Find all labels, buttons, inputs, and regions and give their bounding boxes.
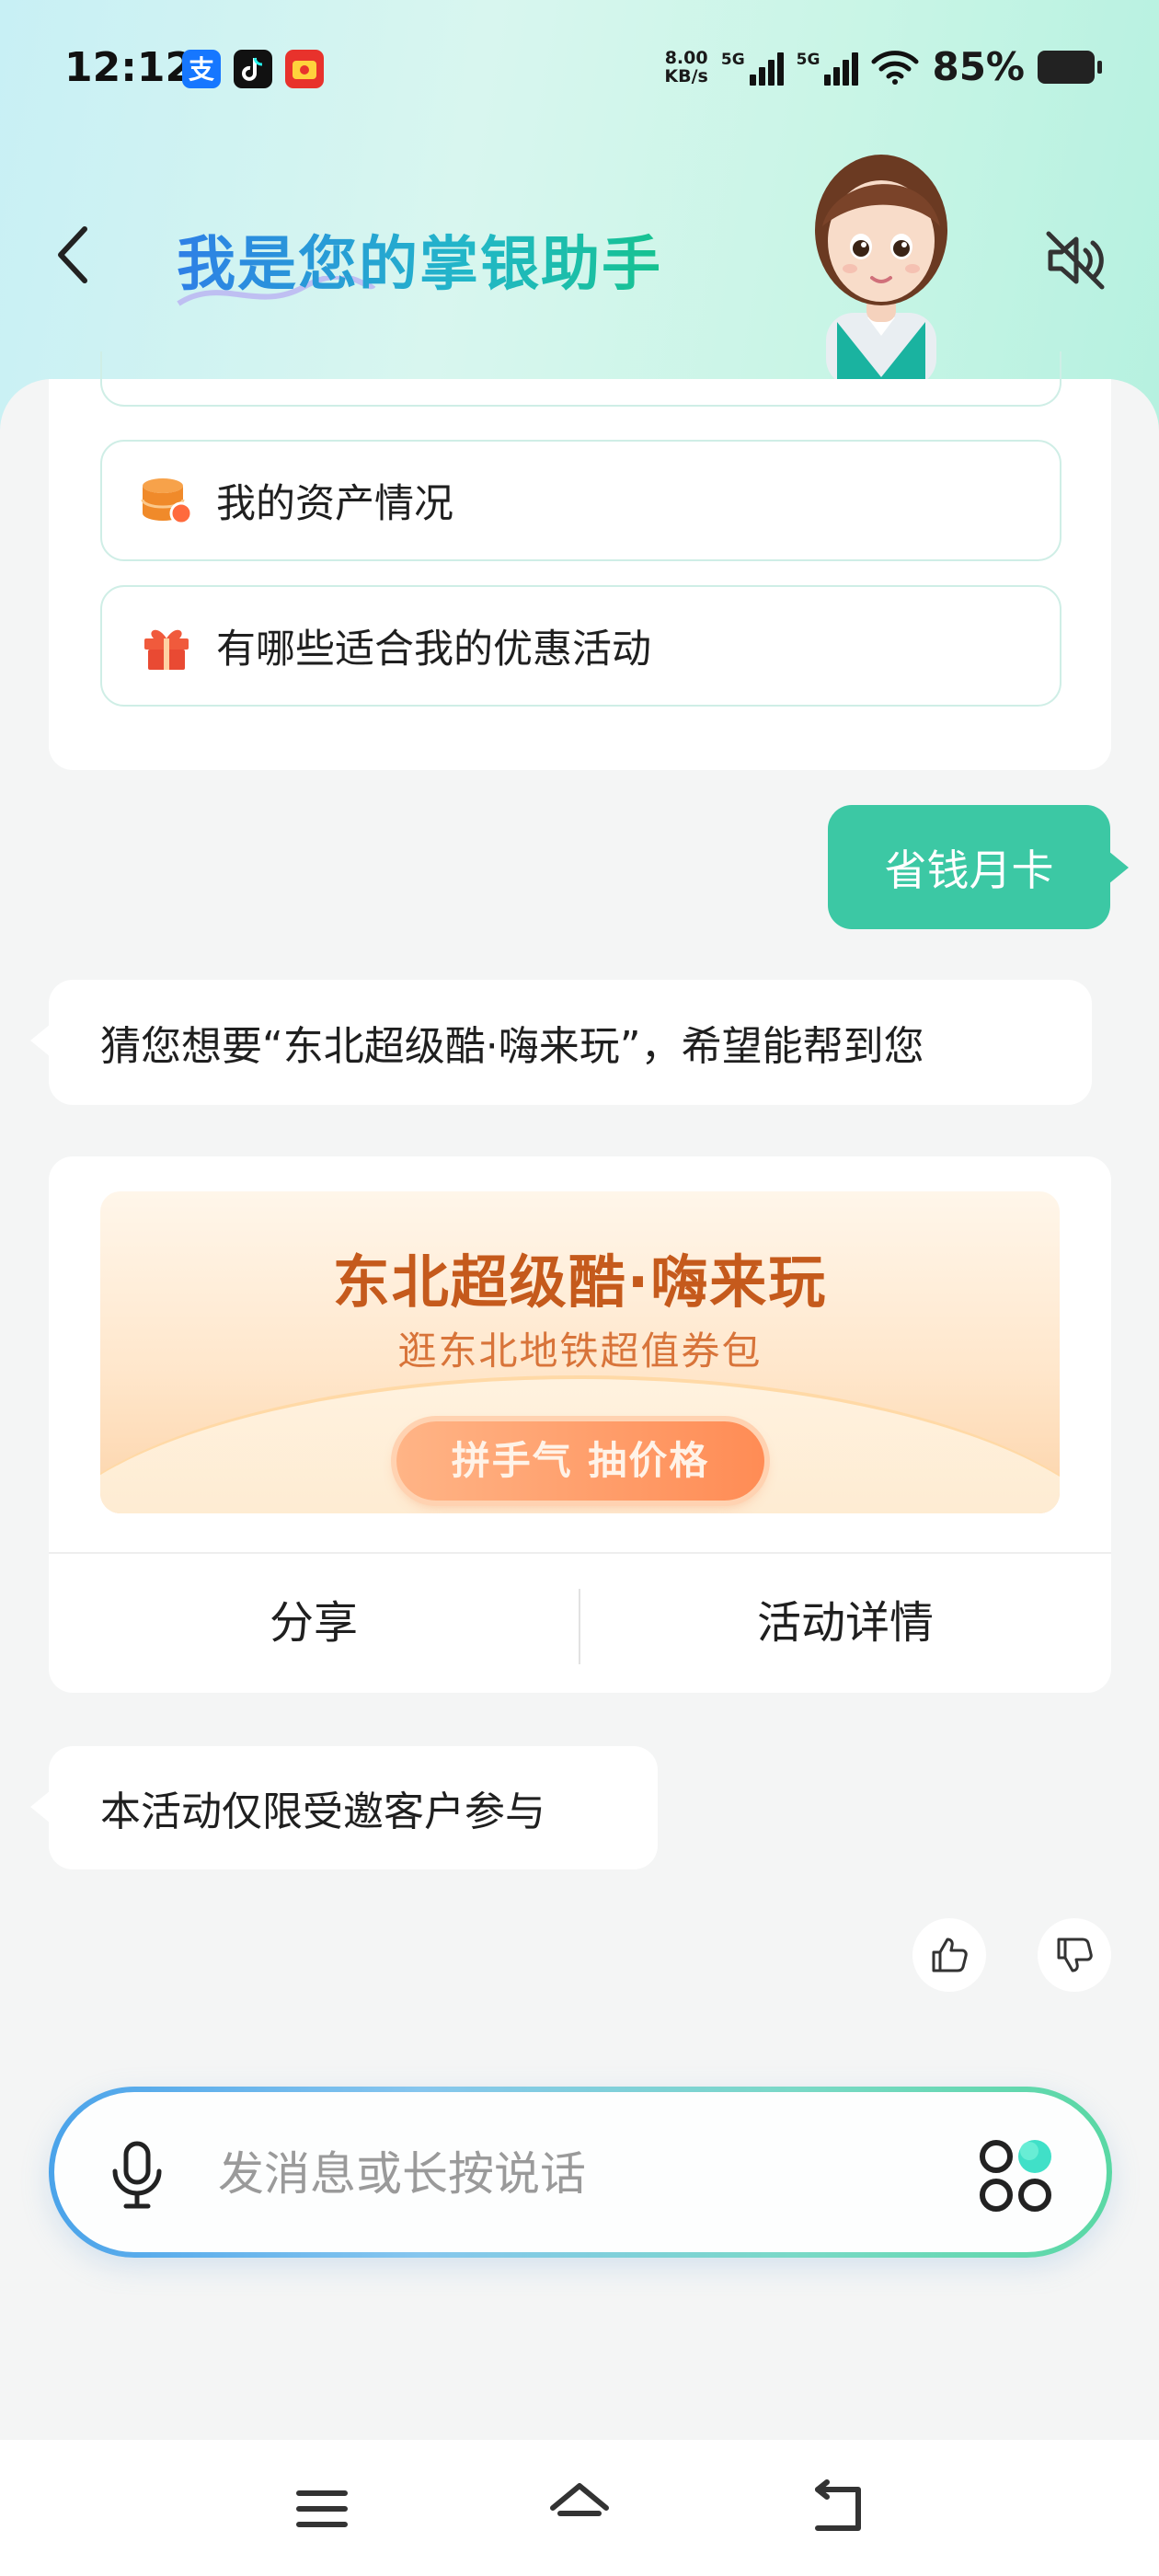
chevron-left-icon xyxy=(58,226,87,283)
menu-button[interactable] xyxy=(290,2477,354,2541)
system-nav-bar xyxy=(0,2440,1159,2576)
user-message-text: 省钱月卡 xyxy=(884,845,1054,895)
bot-reply-text: 猜您想要“东北超级酷·嗨来玩”，希望能帮到您 xyxy=(100,1023,924,1070)
message-input-bar xyxy=(49,2087,1112,2258)
thumbs-down-icon xyxy=(1057,1938,1093,1972)
thumbs-up-icon xyxy=(932,1938,968,1972)
activity-card: 东北超级酷·嗨来玩 逛东北地铁超值券包 拼手气 抽价格 分享 活动详情 xyxy=(49,1156,1111,1693)
alipay-app-icon: 支 xyxy=(182,50,221,88)
voice-button[interactable] xyxy=(109,2140,165,2210)
suggestion-label: 有哪些适合我的优惠活动 xyxy=(216,627,651,673)
signal-icon: 5G xyxy=(721,49,784,86)
net-speed-value: 8.00 xyxy=(664,47,708,68)
mute-button[interactable] xyxy=(1041,226,1109,294)
page-title: 我是您的掌银助手 xyxy=(177,217,662,302)
notice-bubble: 本活动仅限受邀客户参与 xyxy=(30,1746,658,1869)
home-button[interactable] xyxy=(547,2477,612,2541)
suggestion-card: 我的资产情况 有哪些适合我的优惠活动 xyxy=(49,351,1111,770)
activity-banner[interactable]: 东北超级酷·嗨来玩 逛东北地铁超值券包 拼手气 抽价格 xyxy=(100,1191,1060,1513)
notice-text: 本活动仅限受邀客户参与 xyxy=(100,1788,545,1835)
suggestion-item-partial[interactable] xyxy=(100,351,1061,407)
assistant-avatar xyxy=(815,155,947,386)
share-button[interactable]: 分享 xyxy=(49,1554,579,1693)
status-bar: 12:12 支 8.00 KB/s 5G 5G 85% xyxy=(0,0,1159,138)
input-inner xyxy=(54,2092,1107,2252)
activity-details-button[interactable]: 活动详情 xyxy=(580,1554,1110,1693)
menu-icon xyxy=(296,2490,348,2527)
suggestion-item-offers[interactable]: 有哪些适合我的优惠活动 xyxy=(100,585,1061,707)
database-coin-icon xyxy=(141,478,193,525)
lucky-draw-button[interactable]: 拼手气 抽价格 xyxy=(396,1421,764,1501)
net-speed-unit: KB/s xyxy=(664,65,708,86)
return-icon xyxy=(815,2479,861,2531)
home-icon xyxy=(550,2483,609,2516)
suggestion-item-assets[interactable]: 我的资产情况 xyxy=(100,440,1061,561)
wifi-icon xyxy=(871,50,919,85)
bot-reply-bubble: 猜您想要“东北超级酷·嗨来玩”，希望能帮到您 xyxy=(30,980,1092,1105)
suggestion-label: 我的资产情况 xyxy=(216,481,453,527)
sim2-label: 5G xyxy=(796,50,820,69)
apps-grid-icon xyxy=(980,2140,1051,2212)
sim1-label: 5G xyxy=(720,50,745,69)
back-button[interactable] xyxy=(53,225,90,284)
shopping-app-icon xyxy=(285,50,324,88)
message-input[interactable] xyxy=(216,2125,974,2223)
svg-text:支: 支 xyxy=(189,54,214,85)
battery-icon xyxy=(1038,50,1102,84)
back-nav-button[interactable] xyxy=(805,2477,869,2541)
battery-percent: 85% xyxy=(932,44,1025,89)
apps-button[interactable] xyxy=(974,2134,1059,2219)
banner-subtitle: 逛东北地铁超值券包 xyxy=(397,1328,763,1374)
thumbs-up-button[interactable] xyxy=(912,1918,986,1992)
microphone-icon xyxy=(112,2141,162,2209)
status-indicators: 8.00 KB/s 5G 5G 85% xyxy=(664,44,1102,89)
speaker-muted-icon xyxy=(1046,231,1105,290)
tiktok-app-icon xyxy=(234,50,272,88)
banner-title: 东北超级酷·嗨来玩 xyxy=(332,1248,828,1316)
thumbs-down-button[interactable] xyxy=(1038,1918,1111,1992)
signal-icon-2: 5G xyxy=(797,49,859,86)
net-speed: 8.00 KB/s xyxy=(664,49,707,86)
status-time: 12:12 xyxy=(64,44,194,91)
user-message-bubble: 省钱月卡 xyxy=(828,805,1129,929)
gift-icon xyxy=(144,629,189,670)
